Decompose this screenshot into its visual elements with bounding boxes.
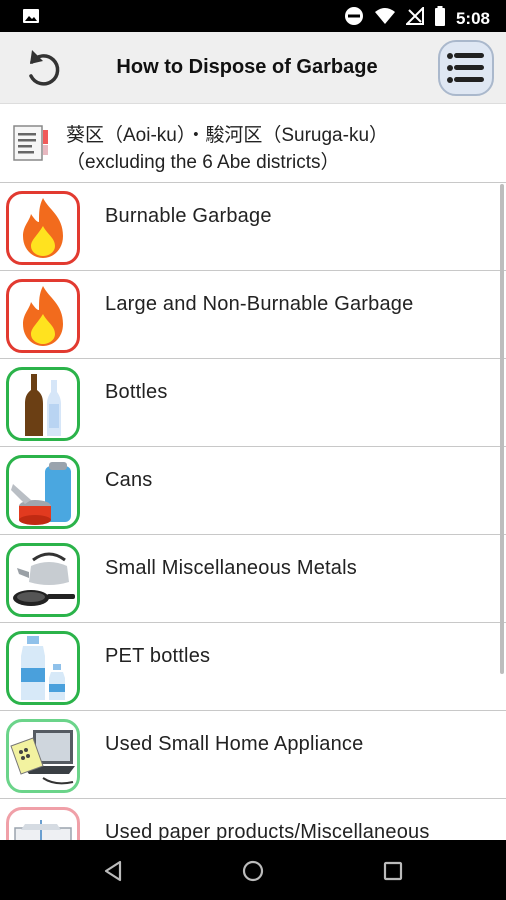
system-nav-bar [0,840,506,900]
list-item[interactable]: Small Miscellaneous Metals [0,535,506,623]
list-item-label: Bottles [105,381,168,403]
list-item-label: Used paper products/Miscellaneous [105,821,430,840]
do-not-disturb-icon [344,6,364,31]
status-time: 5:08 [455,8,490,28]
kettle-pan-icon [6,543,80,617]
list-item[interactable]: PET bottles [0,623,506,711]
garbage-category-list: Burnable Garbage Large and Non-Burnable … [0,182,506,840]
home-circle-icon[interactable] [239,857,267,885]
cans-icon [6,455,80,529]
district-name: 葵区（Aoi-ku）・駿河区（Suruga-ku） [66,125,389,146]
no-signal-icon [404,5,424,30]
image-icon [22,7,40,30]
app-bar: How to Dispose of Garbage [0,32,506,104]
list-item[interactable]: Used Small Home Appliance [0,711,506,799]
bottles-icon [6,367,80,441]
fire-icon [6,279,80,353]
back-triangle-icon[interactable] [100,857,128,885]
list-item-label: Burnable Garbage [105,205,272,227]
district-header: 葵区（Aoi-ku）・駿河区（Suruga-ku） （excluding the… [0,104,506,182]
scrollbar[interactable] [500,184,504,674]
list-item-label: Small Miscellaneous Metals [105,557,357,579]
status-bar: 5:08 [0,0,506,32]
page-title: How to Dispose of Garbage [116,56,378,78]
list-item[interactable]: Burnable Garbage [0,183,506,271]
list-item[interactable]: Bottles [0,359,506,447]
wifi-icon [374,7,396,30]
fire-icon [6,191,80,265]
hamburger-menu-icon[interactable] [438,40,494,96]
recents-square-icon[interactable] [379,857,407,885]
battery-icon [434,6,446,31]
list-item[interactable]: Cans [0,447,506,535]
list-item[interactable]: Used paper products/Miscellaneous [0,799,506,840]
list-item-label: Cans [105,469,153,491]
list-item-label: PET bottles [105,645,211,667]
document-icon [10,122,52,169]
list-item-label: Used Small Home Appliance [105,733,364,755]
paper-icon [6,807,80,840]
district-note: （excluding the 6 Abe districts） [66,152,340,173]
laptop-icon [6,719,80,793]
pet-bottles-icon [6,631,80,705]
list-item[interactable]: Large and Non-Burnable Garbage [0,271,506,359]
list-item-label: Large and Non-Burnable Garbage [105,293,414,315]
